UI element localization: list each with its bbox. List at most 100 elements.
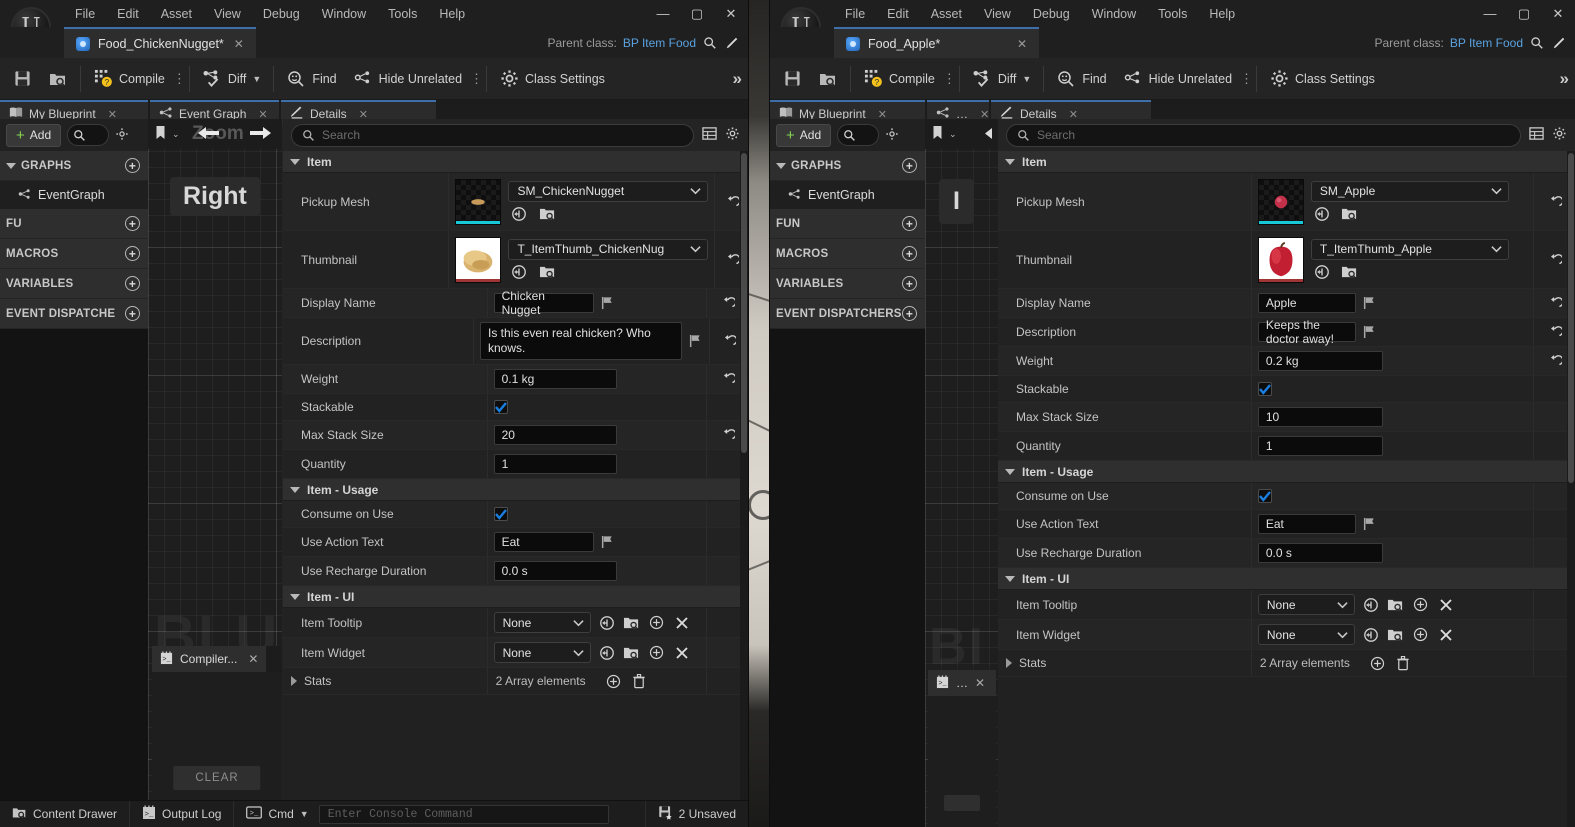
sidebar-section-variables[interactable]: VARIABLES + (770, 269, 925, 299)
browse-asset-icon[interactable] (623, 644, 641, 662)
compiler-close-icon[interactable]: ✕ (975, 676, 985, 690)
add-macro-icon[interactable]: + (902, 246, 917, 261)
value-input[interactable]: Eat (1257, 514, 1356, 534)
localization-flag-icon[interactable] (601, 535, 615, 549)
checkbox[interactable] (493, 400, 508, 414)
localization-flag-icon[interactable] (689, 334, 703, 348)
hide-unrelated-button[interactable]: Hide Unrelated (345, 62, 470, 96)
compiler-close-icon[interactable]: ✕ (248, 652, 258, 666)
checkbox[interactable] (1257, 382, 1272, 396)
details-settings-icon[interactable] (725, 126, 740, 144)
object-combo[interactable]: None (493, 612, 591, 633)
localization-flag-icon[interactable] (1363, 296, 1377, 310)
close-button[interactable]: ✕ (714, 0, 748, 27)
sidebar-section-variables[interactable]: VARIABLES + (0, 269, 148, 299)
use-selected-asset-icon[interactable] (510, 263, 528, 281)
menu-window[interactable]: Window (1081, 4, 1147, 24)
details-scroll-area[interactable]: Item Pickup Mesh SM_ChickenNugget Thumbnail… (283, 151, 748, 800)
add-button[interactable]: + Add (776, 123, 832, 147)
compile-options-kebab[interactable]: ⋮ (943, 72, 956, 85)
browse-button[interactable] (810, 62, 846, 96)
checkbox[interactable] (1257, 489, 1272, 503)
asset-combo[interactable]: T_ItemThumb_ChickenNug (508, 238, 709, 260)
parent-class-value[interactable]: BP Item Food (623, 36, 696, 50)
chevron-right-icon[interactable] (291, 676, 297, 686)
browse-asset-icon[interactable] (623, 614, 641, 632)
value-input[interactable]: 20 (493, 425, 617, 445)
details-search-input[interactable]: Search (291, 123, 694, 147)
value-input[interactable]: Keeps the doctor away! (1257, 318, 1356, 346)
value-input[interactable]: 10 (1257, 407, 1383, 427)
value-input[interactable]: Is this even real chicken? Who knows. (480, 322, 682, 360)
add-function-icon[interactable]: + (125, 216, 140, 231)
browse-asset-icon[interactable] (538, 205, 556, 223)
sidebar-section-macros[interactable]: MACROS + (0, 239, 148, 269)
details-scrollbar[interactable] (740, 151, 748, 800)
menu-help[interactable]: Help (1198, 4, 1246, 24)
sidebar-section-functions[interactable]: FUN + (770, 209, 925, 239)
minimize-button[interactable]: — (646, 0, 680, 27)
add-button[interactable]: + Add (6, 123, 62, 147)
asset-tab[interactable]: Food_ChickenNugget* ✕ (64, 27, 256, 58)
my-blueprint-settings-icon[interactable] (115, 127, 129, 144)
clear-asset-icon[interactable] (673, 614, 691, 632)
menu-edit[interactable]: Edit (876, 4, 920, 24)
asset-thumbnail[interactable] (1257, 178, 1304, 225)
delete-array-icon[interactable] (1394, 654, 1412, 672)
value-input[interactable]: Chicken Nugget (493, 289, 594, 317)
find-button[interactable]: Find (1048, 62, 1114, 96)
parent-class-value[interactable]: BP Item Food (1450, 36, 1523, 50)
search-parent-icon[interactable] (1529, 35, 1545, 51)
asset-combo[interactable]: SM_ChickenNugget (508, 180, 709, 202)
class-settings-button[interactable]: Class Settings (491, 62, 613, 96)
menu-asset[interactable]: Asset (150, 4, 203, 24)
graph-node[interactable]: Right (170, 177, 260, 216)
category-header[interactable]: Item - UI (998, 568, 1575, 590)
object-combo[interactable]: None (1257, 594, 1355, 615)
create-new-asset-icon[interactable] (648, 614, 666, 632)
save-button[interactable] (774, 62, 810, 96)
object-combo[interactable]: None (1257, 624, 1355, 645)
hide-unrelated-kebab[interactable]: ⋮ (1240, 72, 1253, 85)
menu-tools[interactable]: Tools (1147, 4, 1198, 24)
compile-options-kebab[interactable]: ⋮ (173, 72, 186, 85)
add-array-element-icon[interactable] (605, 672, 623, 690)
category-header[interactable]: Item - Usage (998, 461, 1575, 483)
details-view-options-icon[interactable] (1529, 126, 1544, 144)
sidebar-item-eventgraph[interactable]: EventGraph (0, 181, 148, 209)
create-new-asset-icon[interactable] (1412, 626, 1430, 644)
content-drawer-button[interactable]: Content Drawer (0, 800, 131, 827)
details-scroll-area[interactable]: Item Pickup Mesh SM_Apple Thumbnail T_ItemTh… (998, 151, 1575, 827)
unsaved-indicator[interactable]: 2 Unsaved (644, 800, 748, 827)
diff-button[interactable]: Diff ▼ (964, 62, 1039, 96)
cmd-selector[interactable]: >_ Cmd ▼ (234, 801, 312, 827)
clear-asset-icon[interactable] (1437, 596, 1455, 614)
browse-button[interactable] (40, 62, 76, 96)
sidebar-section-graphs[interactable]: GRAPHS + (0, 151, 148, 181)
menu-file[interactable]: File (64, 4, 106, 24)
value-input[interactable]: 1 (1257, 436, 1383, 456)
object-combo[interactable]: None (493, 642, 591, 663)
compiler-results-tab[interactable]: >_ Compiler... ✕ (152, 646, 267, 672)
menu-window[interactable]: Window (311, 4, 377, 24)
value-input[interactable]: Apple (1257, 293, 1356, 313)
browse-asset-icon[interactable] (1341, 205, 1359, 223)
hide-unrelated-button[interactable]: Hide Unrelated (1115, 62, 1240, 96)
chevron-down-icon[interactable]: ⌄ (949, 129, 957, 140)
add-function-icon[interactable]: + (902, 216, 917, 231)
menu-debug[interactable]: Debug (252, 4, 311, 24)
value-input[interactable]: Eat (493, 532, 594, 552)
asset-tab-close-icon[interactable]: ✕ (1015, 37, 1029, 51)
my-blueprint-search-input[interactable] (837, 124, 880, 146)
edit-parent-icon[interactable] (1551, 35, 1567, 51)
category-header[interactable]: Item (998, 151, 1575, 173)
class-settings-button[interactable]: Class Settings (1261, 62, 1383, 96)
browse-asset-icon[interactable] (1387, 626, 1405, 644)
browse-asset-icon[interactable] (1387, 596, 1405, 614)
minimize-button[interactable]: — (1473, 0, 1507, 27)
clear-button[interactable] (944, 795, 980, 811)
use-selected-asset-icon[interactable] (1362, 626, 1380, 644)
add-graph-icon[interactable]: + (902, 158, 917, 173)
value-input[interactable]: 0.2 kg (1257, 351, 1383, 371)
menu-asset[interactable]: Asset (920, 4, 973, 24)
